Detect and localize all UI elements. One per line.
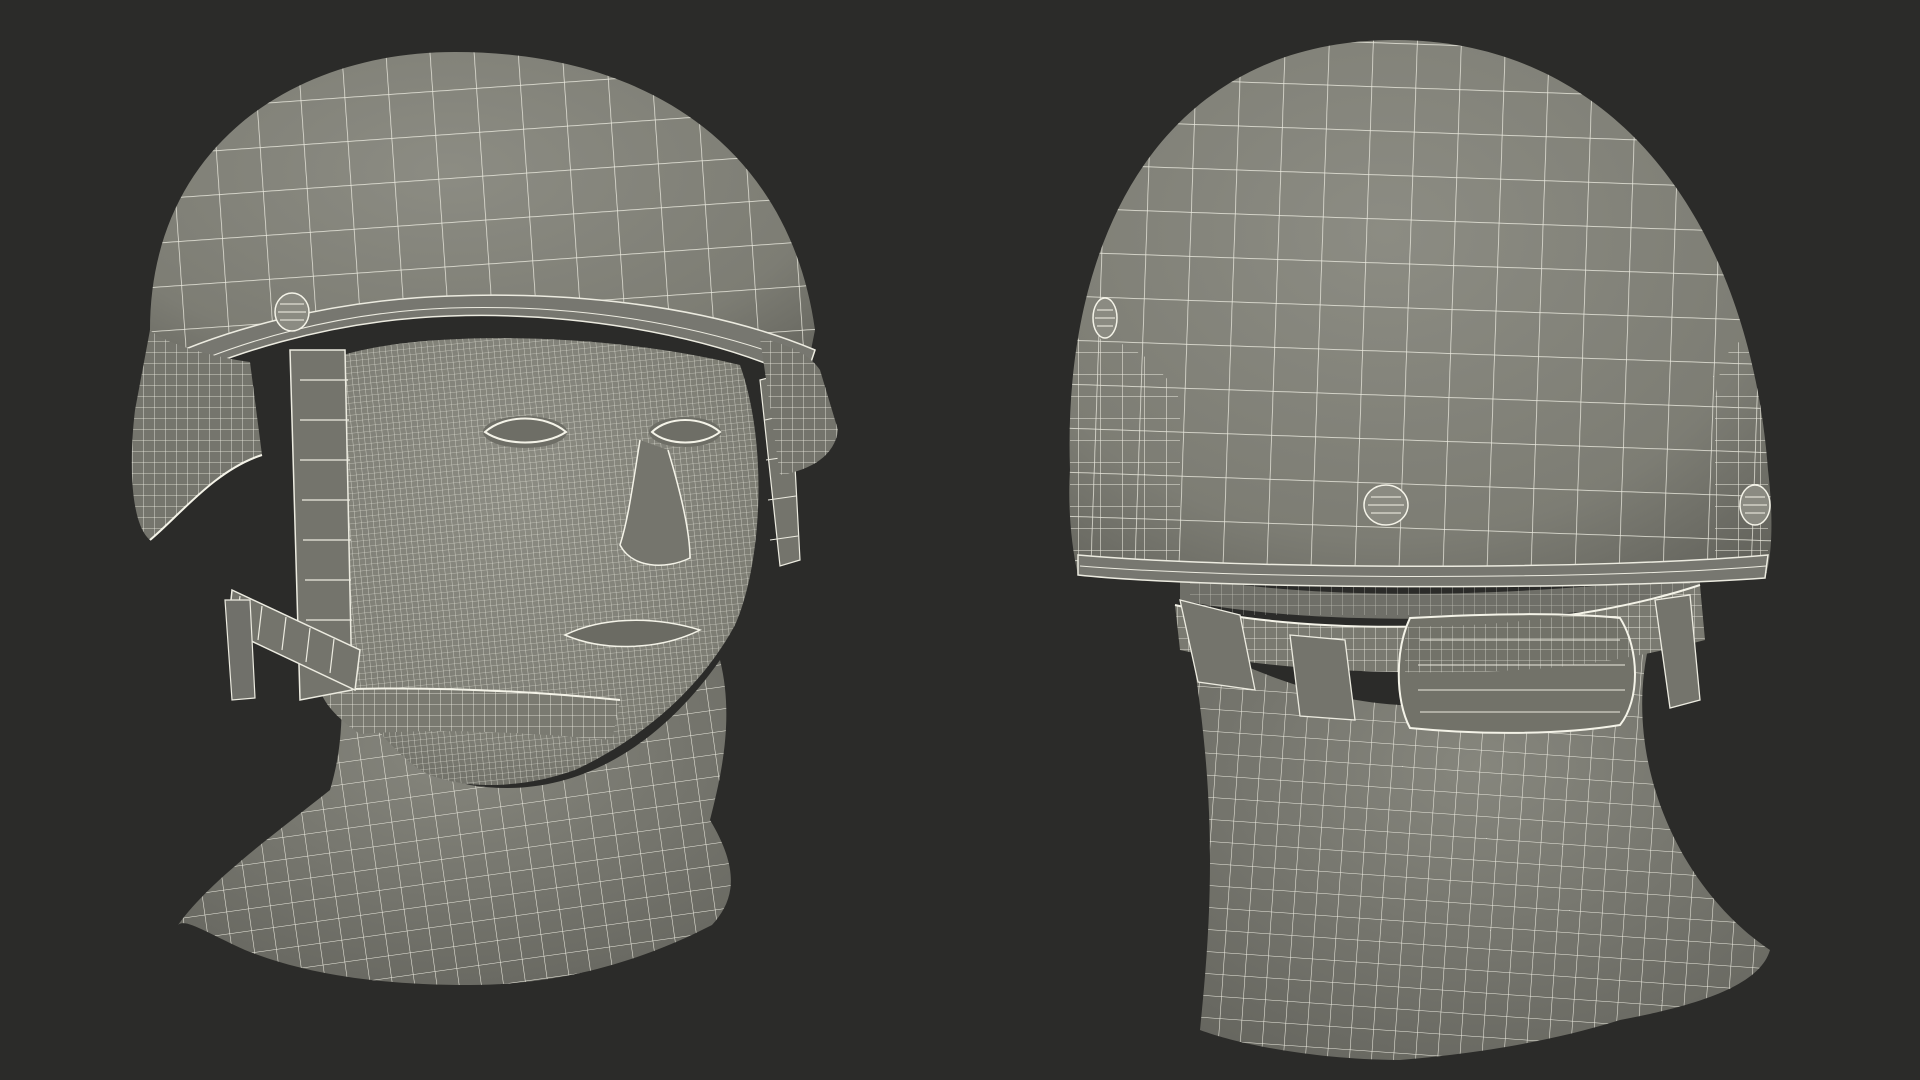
head-front-view: [131, 52, 838, 985]
helmet-bolt-front: [274, 292, 310, 332]
head-back-view: [1069, 40, 1772, 1060]
eye-left: [483, 416, 568, 448]
helmet-shell-back: [1069, 40, 1772, 588]
helmet-bolt-back-center: [1363, 484, 1409, 526]
helmet-bolt-back-right: [1739, 484, 1771, 526]
render-viewport: [0, 0, 1920, 1080]
helmet-flap-left: [131, 330, 263, 541]
wireframe-render: [131, 40, 1772, 1060]
helmet-bolt-back-left: [1092, 297, 1118, 339]
eye-right: [649, 417, 722, 447]
